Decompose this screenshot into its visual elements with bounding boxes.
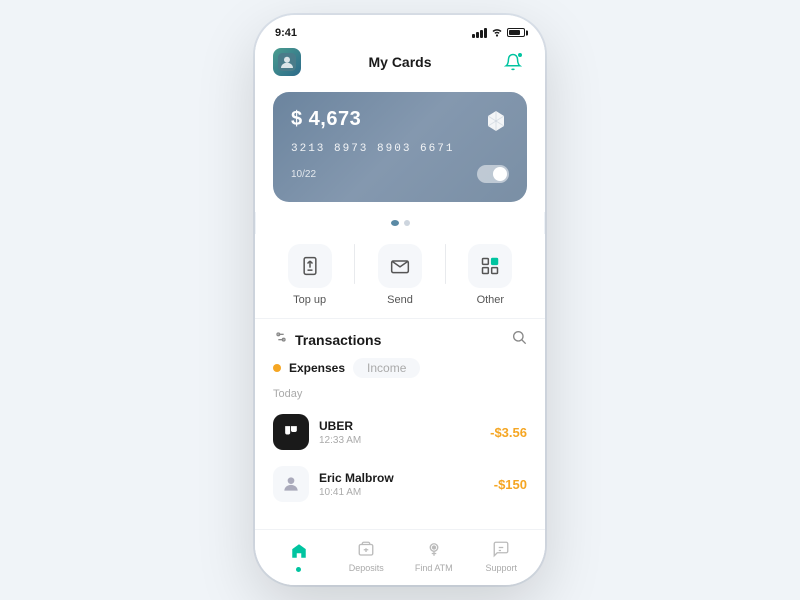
transaction-item[interactable]: UBER 12:33 AM -$3.56 (255, 406, 545, 458)
card-footer: 10/22 (291, 165, 509, 183)
card-logo-icon (481, 106, 511, 136)
search-icon[interactable] (511, 329, 527, 350)
transaction-tabs: Expenses Income (255, 358, 545, 386)
status-icons (472, 25, 525, 40)
send-label: Send (387, 294, 413, 306)
support-icon (490, 538, 512, 560)
nav-find-atm[interactable]: Find ATM (400, 538, 468, 573)
section-date: Today (255, 386, 545, 406)
nav-home[interactable] (265, 540, 333, 572)
bottom-nav: Deposits Find ATM Support (255, 529, 545, 585)
transaction-name: Eric Malbrow (319, 471, 484, 485)
top-up-label: Top up (293, 294, 326, 306)
card-dots-indicator (255, 220, 545, 226)
top-up-icon-wrap (288, 244, 332, 288)
card-section: $ 4,673 3213 8973 8903 6671 10/22 (255, 84, 545, 212)
transactions-section: Transactions Expenses Income Today (255, 319, 545, 529)
notification-bell-button[interactable] (499, 48, 527, 76)
status-time: 9:41 (275, 27, 297, 39)
signal-icon (472, 28, 487, 38)
send-icon-wrap (378, 244, 422, 288)
home-active-dot (296, 567, 301, 572)
deposits-icon (355, 538, 377, 560)
tab-income[interactable]: Income (353, 358, 420, 378)
find-atm-label: Find ATM (415, 563, 453, 573)
dot-active (391, 220, 399, 226)
transactions-header: Transactions (255, 319, 545, 358)
support-label: Support (485, 563, 517, 573)
nav-support[interactable]: Support (468, 538, 536, 573)
transaction-time: 10:41 AM (319, 487, 484, 498)
other-label: Other (477, 294, 505, 306)
top-up-action[interactable]: Top up (265, 244, 354, 306)
transaction-item[interactable]: Eric Malbrow 10:41 AM -$150 (255, 458, 545, 510)
expenses-dot (273, 364, 281, 372)
transaction-time: 12:33 AM (319, 435, 480, 446)
tab-expenses[interactable]: Expenses (289, 361, 345, 375)
person-icon (273, 466, 309, 502)
dot-inactive (404, 220, 410, 226)
filter-icon[interactable] (273, 329, 289, 350)
transaction-amount: -$150 (494, 477, 527, 492)
phone-frame: 9:41 My C (255, 15, 545, 585)
battery-icon (507, 28, 525, 37)
card-toggle[interactable] (477, 165, 509, 183)
header-title: My Cards (368, 54, 431, 70)
other-action[interactable]: Other (446, 244, 535, 306)
find-atm-icon (423, 538, 445, 560)
credit-card[interactable]: $ 4,673 3213 8973 8903 6671 10/22 (273, 92, 527, 202)
home-icon (288, 540, 310, 562)
transaction-info: Eric Malbrow 10:41 AM (319, 471, 484, 498)
transaction-info: UBER 12:33 AM (319, 419, 480, 446)
card-expiry: 10/22 (291, 169, 316, 180)
transactions-title: Transactions (295, 332, 381, 348)
header: My Cards (255, 44, 545, 84)
deposits-label: Deposits (349, 563, 384, 573)
card-balance: $ 4,673 (291, 108, 509, 131)
transactions-left: Transactions (273, 329, 381, 350)
wifi-icon (491, 25, 503, 40)
transaction-amount: -$3.56 (490, 425, 527, 440)
avatar[interactable] (273, 48, 301, 76)
quick-actions: Top up Send Other (255, 234, 545, 319)
card-number: 3213 8973 8903 6671 (291, 143, 509, 155)
send-action[interactable]: Send (355, 244, 444, 306)
transaction-name: UBER (319, 419, 480, 433)
uber-icon (273, 414, 309, 450)
status-bar: 9:41 (255, 15, 545, 44)
other-icon-wrap (468, 244, 512, 288)
nav-deposits[interactable]: Deposits (333, 538, 401, 573)
toggle-dot (493, 167, 507, 181)
notification-dot (517, 52, 523, 58)
